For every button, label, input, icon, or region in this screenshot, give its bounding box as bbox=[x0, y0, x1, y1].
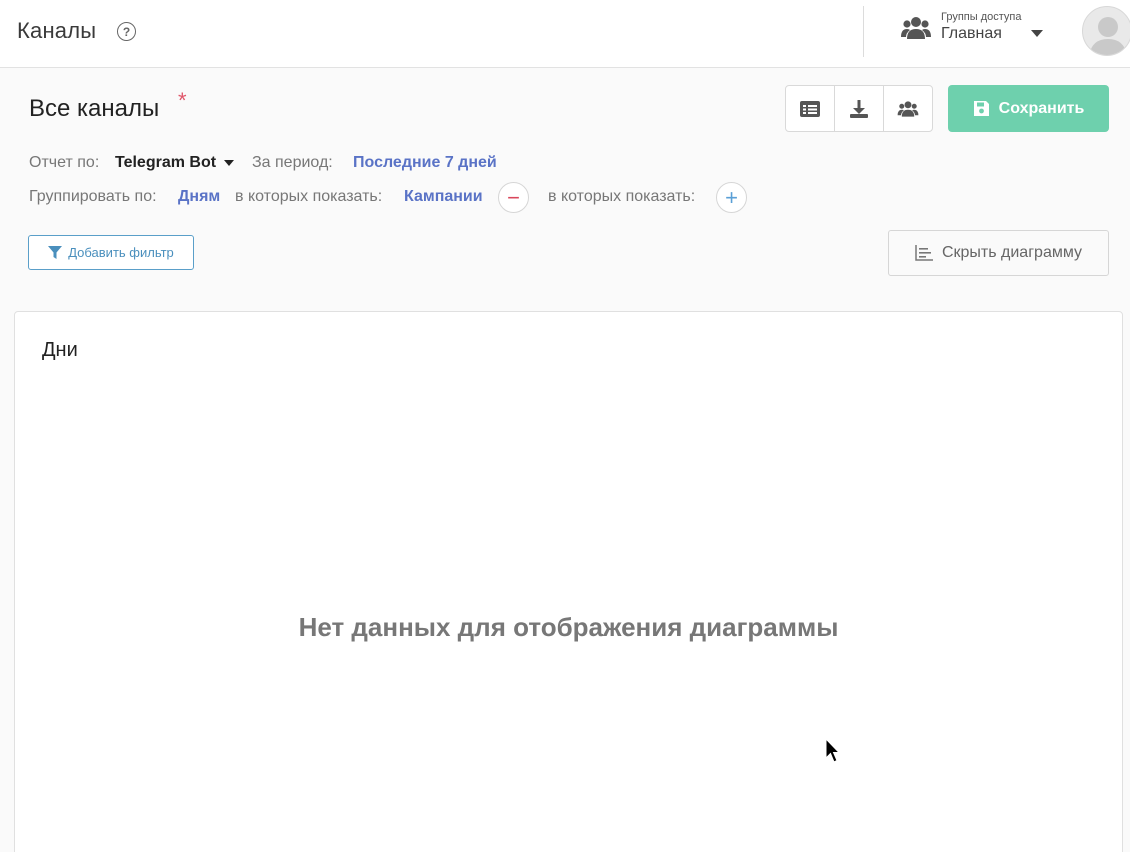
period-label: За период: bbox=[252, 154, 333, 171]
show-in-select-1[interactable]: Кампании bbox=[404, 188, 483, 206]
group-by-select[interactable]: Дням bbox=[178, 188, 220, 206]
app-title: Каналы bbox=[17, 18, 97, 43]
chart-panel: Дни Нет данных для отображения диаграммы bbox=[14, 311, 1123, 852]
share-users-button[interactable] bbox=[884, 86, 932, 131]
show-in-label-2: в которых показать: bbox=[548, 188, 696, 205]
add-filter-label: Добавить фильтр bbox=[68, 245, 174, 260]
add-grouping-button[interactable]: + bbox=[716, 182, 747, 213]
chevron-down-icon[interactable] bbox=[1031, 30, 1043, 37]
mouse-cursor-icon bbox=[825, 738, 841, 763]
page-title: Все каналы bbox=[29, 95, 160, 122]
report-by-select[interactable]: Telegram Bot bbox=[115, 154, 216, 172]
save-button[interactable]: Сохранить bbox=[948, 85, 1109, 132]
access-groups-select[interactable]: Главная bbox=[941, 25, 1002, 43]
list-icon bbox=[800, 100, 820, 117]
toolbar-button-group bbox=[785, 85, 933, 132]
report-by-label: Отчет по: bbox=[29, 154, 100, 171]
chart-icon bbox=[915, 245, 933, 261]
hide-chart-button[interactable]: Скрыть диаграмму bbox=[888, 230, 1109, 276]
filter-icon bbox=[48, 246, 63, 259]
user-silhouette-icon bbox=[1089, 17, 1127, 55]
users-icon bbox=[897, 100, 919, 117]
table-view-button[interactable] bbox=[786, 86, 835, 131]
hide-chart-label: Скрыть диаграмму bbox=[941, 244, 1083, 261]
show-in-label-1: в которых показать: bbox=[235, 188, 383, 205]
unsaved-marker: * bbox=[178, 88, 187, 113]
save-icon bbox=[973, 101, 989, 116]
help-icon[interactable]: ? bbox=[117, 22, 136, 41]
top-bar: Каналы ? Группы доступа Главная bbox=[0, 0, 1130, 68]
download-icon bbox=[850, 99, 868, 118]
caret-down-icon[interactable] bbox=[224, 160, 234, 166]
group-by-label: Группировать по: bbox=[29, 188, 157, 205]
period-select[interactable]: Последние 7 дней bbox=[353, 154, 497, 172]
access-groups-caption: Группы доступа bbox=[941, 11, 1022, 23]
remove-grouping-button[interactable]: − bbox=[498, 182, 529, 213]
avatar[interactable] bbox=[1082, 6, 1130, 56]
download-button[interactable] bbox=[835, 86, 884, 131]
chart-panel-title: Дни bbox=[42, 339, 78, 361]
save-button-label: Сохранить bbox=[998, 99, 1085, 117]
access-groups-icon[interactable] bbox=[901, 15, 931, 41]
empty-chart-message: Нет данных для отображения диаграммы bbox=[298, 612, 839, 642]
header-divider bbox=[863, 6, 864, 57]
add-filter-button[interactable]: Добавить фильтр bbox=[28, 235, 194, 270]
